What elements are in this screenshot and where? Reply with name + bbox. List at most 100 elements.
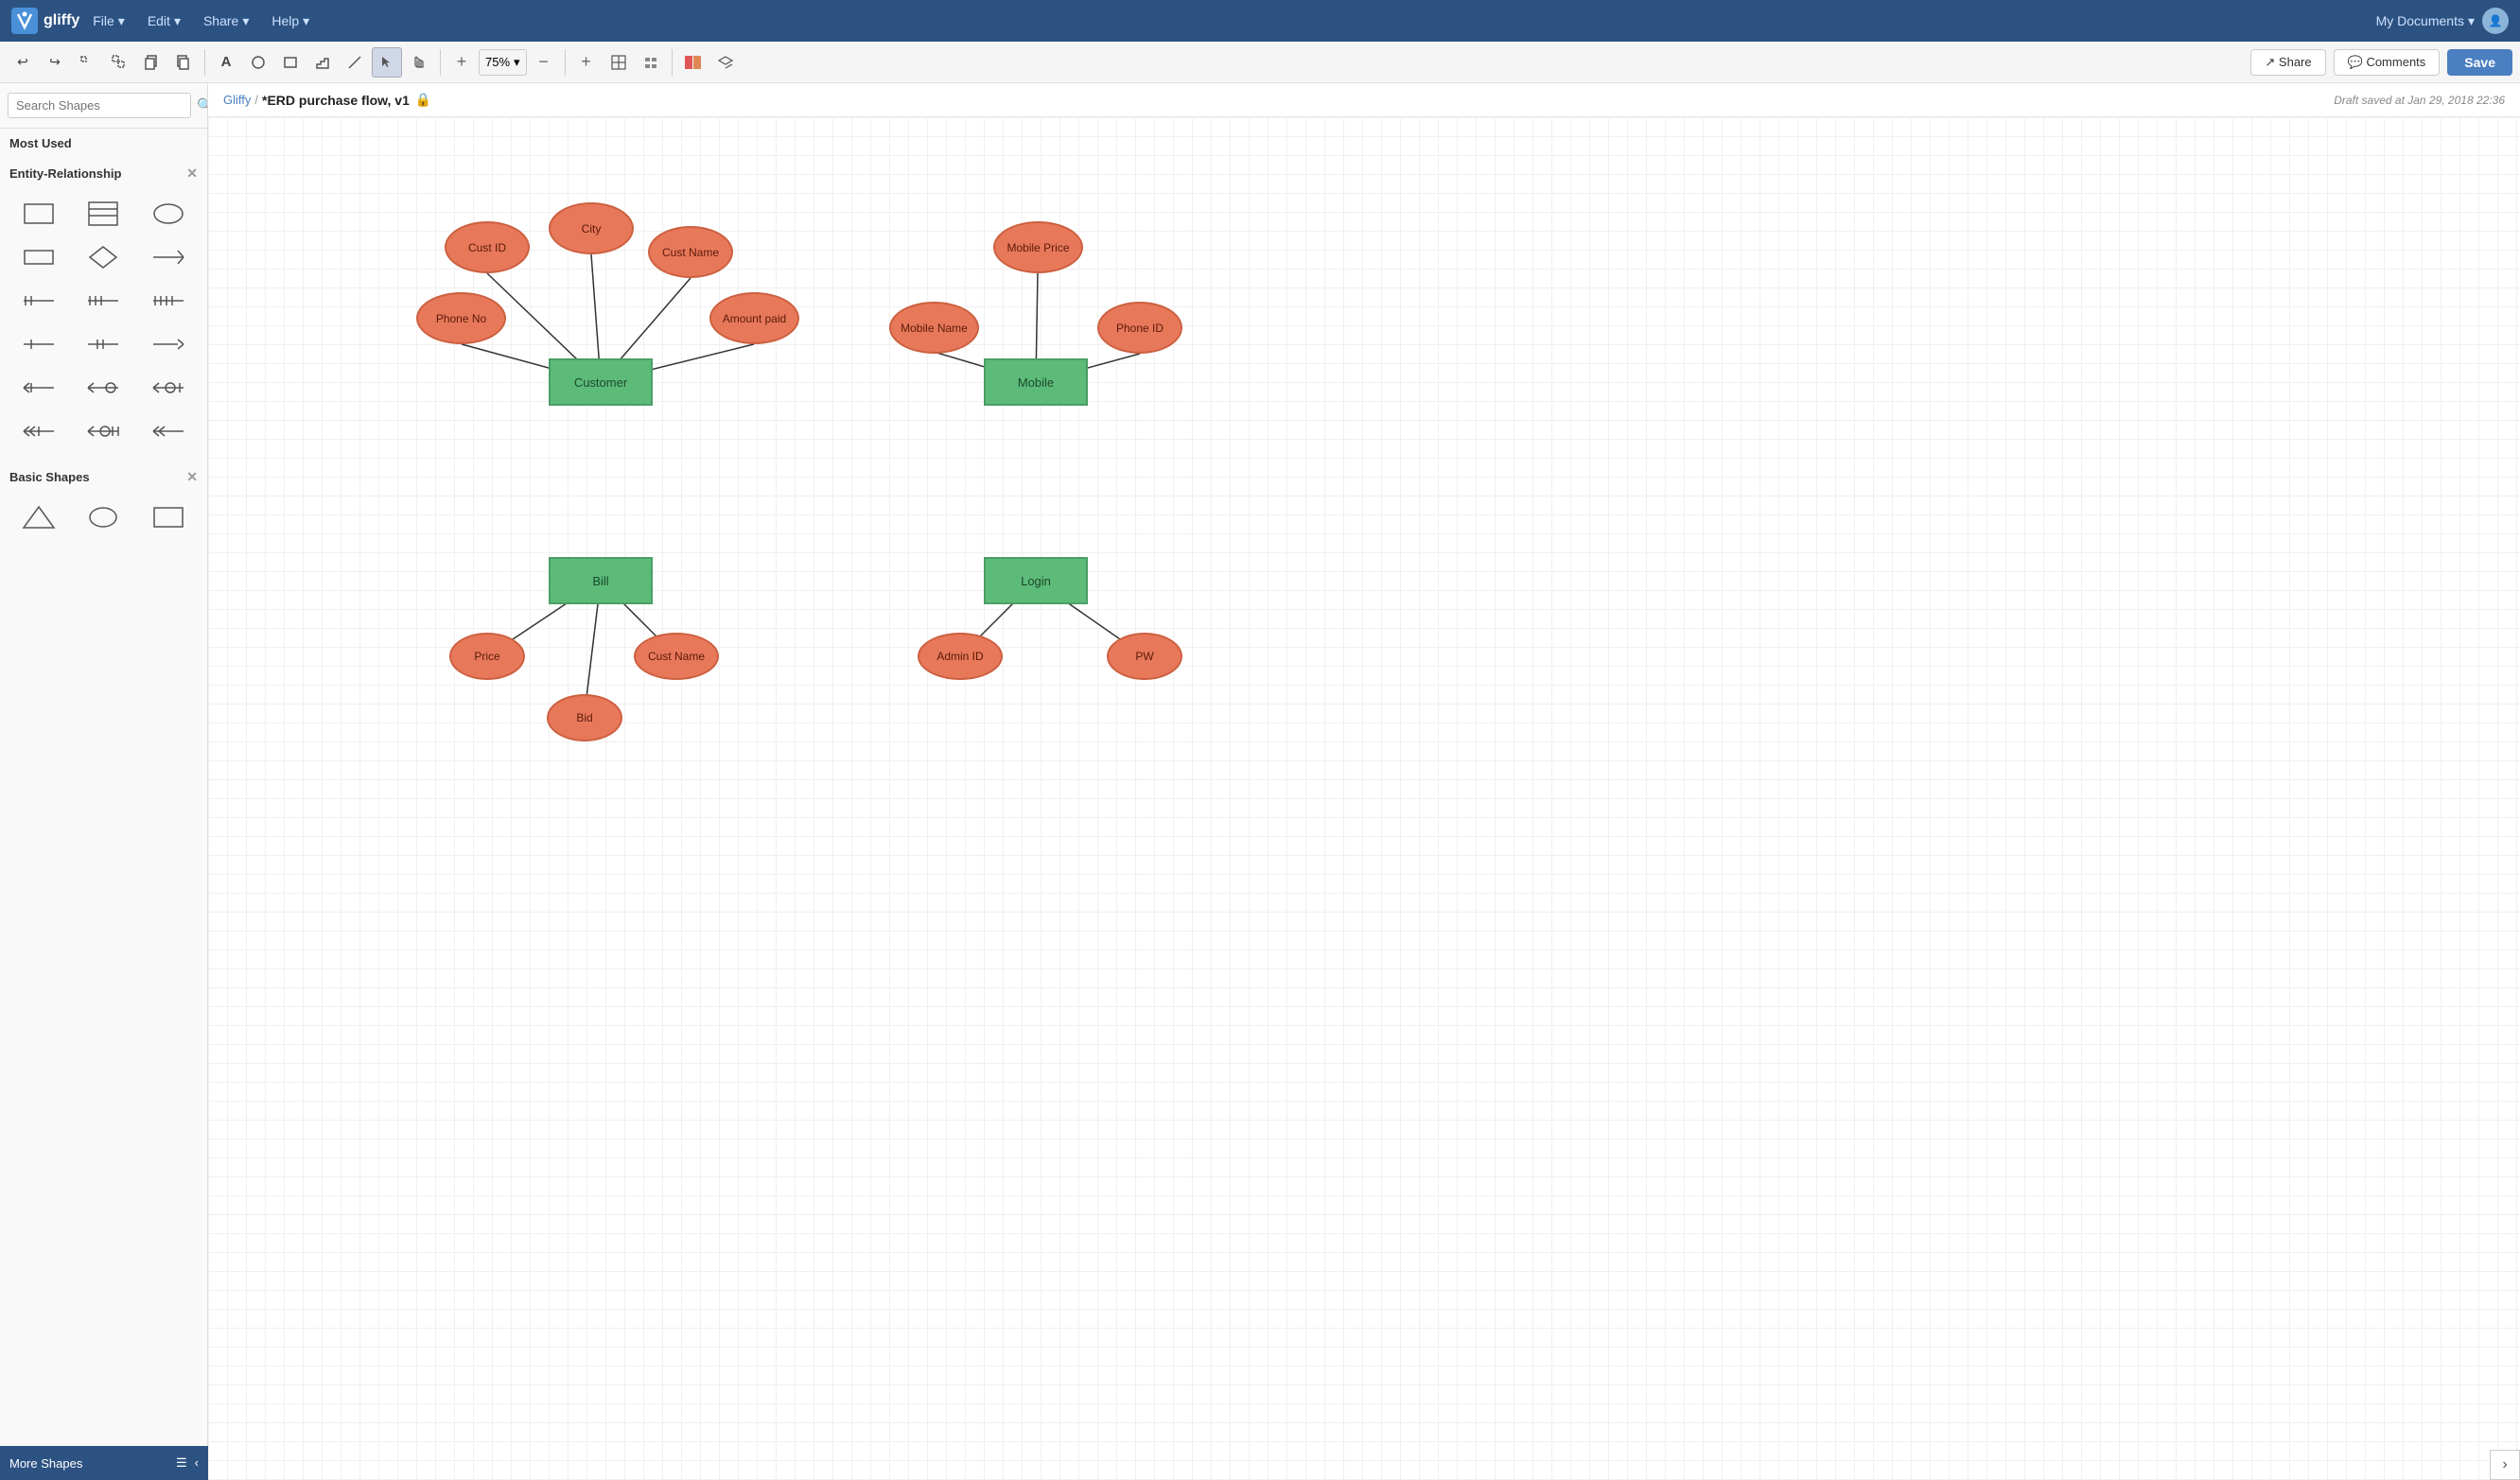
diagram-button[interactable] — [636, 47, 666, 78]
plus-button[interactable]: + — [571, 47, 602, 78]
nav-right: My Documents ▾ 👤 — [2376, 8, 2509, 34]
entity-rel-close[interactable]: ✕ — [186, 165, 198, 182]
save-button[interactable]: Save — [2447, 49, 2512, 76]
attr-bid[interactable]: Bid — [547, 694, 622, 741]
shape-er-10[interactable] — [9, 412, 68, 450]
arrow-icon[interactable]: ‹ — [195, 1455, 199, 1471]
entity-mobile[interactable]: Mobile — [984, 358, 1088, 406]
breadcrumb-root[interactable]: Gliffy — [223, 93, 251, 107]
paste-button[interactable] — [168, 47, 199, 78]
draft-status: Draft saved at Jan 29, 2018 22:36 — [2334, 94, 2505, 107]
shape-crow-foot[interactable] — [139, 238, 198, 276]
attr-mobile-price[interactable]: Mobile Price — [993, 221, 1083, 273]
search-input[interactable] — [8, 93, 191, 118]
attr-pw[interactable]: PW — [1107, 633, 1182, 680]
attr-price[interactable]: Price — [449, 633, 525, 680]
shape-table[interactable] — [74, 195, 132, 233]
zoom-out-button[interactable]: − — [529, 47, 559, 78]
nav-share[interactable]: Share ▾ — [194, 9, 258, 33]
nav-file[interactable]: File ▾ — [83, 9, 134, 33]
entity-customer[interactable]: Customer — [549, 358, 653, 406]
shape-rectangle[interactable] — [9, 195, 68, 233]
entity-bill[interactable]: Bill — [549, 557, 653, 604]
shape-er-5[interactable] — [74, 325, 132, 363]
most-used-label: Most Used — [9, 136, 72, 150]
text-button[interactable]: A — [211, 47, 241, 78]
top-nav: gliffy File ▾ Edit ▾ Share ▾ Help ▾ My D… — [0, 0, 2520, 42]
toolbar-sep-2 — [440, 49, 441, 76]
nav-help[interactable]: Help ▾ — [262, 9, 319, 33]
attr-mobile-name[interactable]: Mobile Name — [889, 302, 979, 354]
erd-lines — [208, 117, 1343, 968]
share-button[interactable]: ↗ Share — [2250, 49, 2325, 76]
shape-box[interactable] — [139, 498, 198, 536]
list-icon[interactable]: ☰ — [176, 1455, 187, 1471]
circle-button[interactable] — [243, 47, 273, 78]
zoom-in-button[interactable]: + — [446, 47, 477, 78]
layers-button[interactable] — [710, 47, 741, 78]
entity-rel-header[interactable]: Entity-Relationship ✕ — [0, 158, 207, 189]
canvas[interactable]: Customer Mobile Bill Login Cust ID — [208, 117, 2520, 1480]
shape-er-12[interactable] — [139, 412, 198, 450]
attr-cust-name-bot[interactable]: Cust Name — [634, 633, 719, 680]
pointer-button[interactable] — [372, 47, 402, 78]
undo-button[interactable]: ↩ — [8, 47, 38, 78]
shape-oval[interactable] — [74, 498, 132, 536]
nav-edit[interactable]: Edit ▾ — [138, 9, 190, 33]
attr-phone-id[interactable]: Phone ID — [1097, 302, 1182, 354]
attr-cust-name-top[interactable]: Cust Name — [648, 226, 733, 278]
rect-button[interactable] — [275, 47, 306, 78]
comments-button[interactable]: 💬 Comments — [2334, 49, 2441, 76]
sidebar: 🔍 Most Used Entity-Relationship ✕ — [0, 83, 208, 1480]
attr-amount-paid[interactable]: Amount paid — [709, 292, 799, 344]
attr-cust-id[interactable]: Cust ID — [445, 221, 530, 273]
nav-left: gliffy File ▾ Edit ▾ Share ▾ Help ▾ — [11, 8, 319, 34]
search-container: 🔍 — [0, 83, 207, 129]
basic-shapes-close[interactable]: ✕ — [186, 469, 198, 485]
expand-icon[interactable]: › — [2490, 1450, 2520, 1480]
user-avatar[interactable]: 👤 — [2482, 8, 2509, 34]
select-button[interactable] — [72, 47, 102, 78]
user-menu[interactable]: My Documents ▾ — [2376, 13, 2475, 29]
color-button[interactable] — [678, 47, 709, 78]
entity-login[interactable]: Login — [984, 557, 1088, 604]
shape-small-rect[interactable] — [9, 238, 68, 276]
attr-admin-id[interactable]: Admin ID — [918, 633, 1003, 680]
logo-text: gliffy — [44, 12, 79, 29]
toolbar-sep-4 — [672, 49, 673, 76]
shape-er-7[interactable] — [9, 369, 68, 407]
shape-er-3[interactable] — [139, 282, 198, 320]
stairs-button[interactable] — [307, 47, 338, 78]
redo-button[interactable]: ↪ — [40, 47, 70, 78]
toolbar-sep-1 — [204, 49, 205, 76]
shape-er-2[interactable] — [74, 282, 132, 320]
shape-er-8[interactable] — [74, 369, 132, 407]
app-logo[interactable]: gliffy — [11, 8, 79, 34]
entity-rel-label: Entity-Relationship — [9, 166, 121, 181]
basic-shapes-header[interactable]: Basic Shapes ✕ — [0, 461, 207, 493]
logo-icon — [11, 8, 38, 34]
line-button[interactable] — [340, 47, 370, 78]
shape-er-11[interactable] — [74, 412, 132, 450]
shape-er-9[interactable] — [139, 369, 198, 407]
shape-er-1[interactable] — [9, 282, 68, 320]
shape-er-6[interactable] — [139, 325, 198, 363]
shape-ellipse[interactable] — [139, 195, 198, 233]
attr-phone-no[interactable]: Phone No — [416, 292, 506, 344]
document-title: *ERD purchase flow, v1 🔒 — [262, 92, 431, 108]
attr-city[interactable]: City — [549, 202, 634, 254]
shape-triangle[interactable] — [9, 498, 68, 536]
grid-button[interactable] — [604, 47, 634, 78]
main-layout: 🔍 Most Used Entity-Relationship ✕ — [0, 83, 2520, 1480]
most-used-section[interactable]: Most Used — [0, 129, 207, 158]
shape-diamond[interactable] — [74, 238, 132, 276]
toolbar-right: ↗ Share 💬 Comments Save — [2250, 49, 2512, 76]
zoom-level[interactable]: 75% ▾ — [479, 49, 527, 76]
copy-button[interactable] — [136, 47, 166, 78]
main-toolbar: ↩ ↪ A + 75% ▾ − + — [0, 42, 2520, 83]
hand-button[interactable] — [404, 47, 434, 78]
shape-er-4[interactable] — [9, 325, 68, 363]
breadcrumb: Gliffy / *ERD purchase flow, v1 🔒 — [223, 92, 431, 108]
more-shapes-bar[interactable]: More Shapes ☰ ‹ — [0, 1446, 208, 1480]
select-multi-button[interactable] — [104, 47, 134, 78]
